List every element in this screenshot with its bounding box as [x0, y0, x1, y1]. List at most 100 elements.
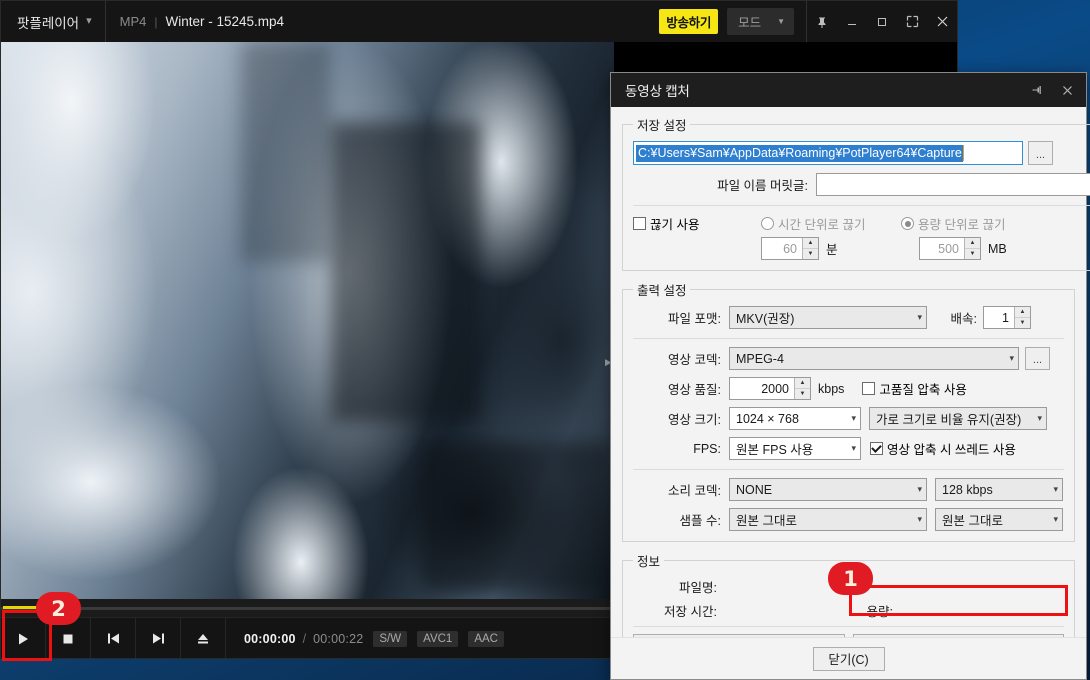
split-size-spinner[interactable]: 500 ▲ ▼	[919, 237, 981, 260]
divider	[633, 469, 1064, 470]
sample-format-value: 원본 그대로	[942, 510, 1003, 529]
duration-label: 00:00:22	[313, 632, 363, 646]
speed-spinner[interactable]: 1 ▲ ▼	[983, 306, 1031, 329]
divider	[633, 338, 1064, 339]
format-dropdown[interactable]: MKV(권장) ▾	[729, 306, 927, 329]
video-frame	[1, 42, 614, 599]
video-quality-value: 2000	[730, 378, 794, 399]
annotation-badge-1-label: 1	[843, 567, 858, 591]
video-codec-label: 영상 코덱:	[633, 349, 721, 368]
spinner-buttons[interactable]: ▲ ▼	[794, 378, 810, 399]
split-size-unit: MB	[988, 242, 1007, 256]
speed-value: 1	[984, 307, 1014, 328]
video-quality-spinner[interactable]: 2000 ▲ ▼	[729, 377, 811, 400]
chevron-down-icon: ▾	[911, 514, 922, 525]
split-by-time-label: 시간 단위로 끊기	[778, 214, 865, 233]
close-icon[interactable]	[1052, 73, 1082, 107]
video-size-dropdown[interactable]: 1024 × 768 ▾	[729, 407, 861, 430]
sample-rate-dropdown[interactable]: 원본 그대로 ▾	[729, 508, 927, 531]
divider	[633, 626, 1064, 627]
spinner-down-icon[interactable]: ▼	[795, 389, 810, 399]
audio-codec-label: 소리 코덱:	[633, 480, 721, 499]
split-by-time-radio[interactable]: 시간 단위로 끊기	[761, 214, 901, 233]
checkbox-box	[633, 217, 646, 230]
video-quality-unit: kbps	[818, 382, 844, 396]
app-name-label: 팟플레이어	[17, 12, 79, 32]
chevron-down-icon: ▾	[911, 312, 922, 323]
thread-checkbox[interactable]: 영상 압축 시 쓰레드 사용	[870, 439, 1016, 458]
sample-rate-value: 원본 그대로	[736, 510, 797, 529]
radio-circle	[761, 217, 774, 230]
spinner-buttons[interactable]: ▲ ▼	[802, 238, 818, 259]
eject-button[interactable]	[181, 618, 226, 659]
output-settings-legend: 출력 설정	[633, 280, 690, 299]
audio-bitrate-dropdown[interactable]: 128 kbps ▾	[935, 478, 1063, 501]
audio-codec-chip: AAC	[468, 631, 504, 647]
maximize-icon[interactable]	[867, 1, 897, 42]
divider	[633, 205, 1090, 206]
checkbox-box	[870, 442, 883, 455]
split-size-value: 500	[920, 238, 964, 259]
time-separator: /	[303, 632, 306, 646]
separator-label: |	[154, 15, 157, 29]
format-value: MKV(권장)	[736, 308, 794, 327]
playback-info: 00:00:00 / 00:00:22 S/W AVC1 AAC	[226, 618, 504, 659]
mode-dropdown[interactable]: 모드 ▼	[727, 8, 794, 35]
output-settings-group: 출력 설정 파일 포맷: MKV(권장) ▾ 배속: 1 ▲ ▼	[622, 280, 1075, 542]
file-info: MP4 | Winter - 15245.mp4	[106, 1, 284, 42]
save-path-value: C:¥Users¥Sam¥AppData¥Roaming¥PotPlayer64…	[636, 145, 963, 162]
spinner-up-icon[interactable]: ▲	[795, 378, 810, 389]
sample-format-dropdown[interactable]: 원본 그대로 ▾	[935, 508, 1063, 531]
video-codec-dropdown[interactable]: MPEG-4 ▾	[729, 347, 1019, 370]
spinner-down-icon[interactable]: ▼	[1015, 318, 1030, 328]
broadcast-button[interactable]: 방송하기	[659, 9, 718, 34]
spinner-up-icon[interactable]: ▲	[803, 238, 818, 249]
spinner-buttons[interactable]: ▲ ▼	[964, 238, 980, 259]
fps-dropdown[interactable]: 원본 FPS 사용 ▾	[729, 437, 861, 460]
minimize-icon[interactable]	[837, 1, 867, 42]
checkbox-box	[862, 382, 875, 395]
fullscreen-icon[interactable]	[897, 1, 927, 42]
spinner-up-icon[interactable]: ▲	[1015, 307, 1030, 318]
audio-codec-dropdown[interactable]: NONE ▾	[729, 478, 927, 501]
radio-circle	[901, 217, 914, 230]
chevron-down-icon: ▾	[845, 413, 856, 424]
video-codec-config-button[interactable]: ...	[1025, 347, 1050, 370]
fps-label: FPS:	[633, 442, 721, 456]
aspect-ratio-value: 가로 크기로 비율 유지(권장)	[876, 409, 1021, 428]
split-by-size-radio[interactable]: 용량 단위로 끊기	[901, 214, 1005, 233]
save-path-input[interactable]: C:¥Users¥Sam¥AppData¥Roaming¥PotPlayer64…	[633, 141, 1023, 165]
speed-label: 배속:	[927, 308, 977, 327]
chevron-down-icon[interactable]: ▾	[86, 16, 92, 27]
dialog-titlebar: 동영상 캡처	[611, 73, 1086, 107]
split-time-unit: 분	[826, 239, 838, 258]
previous-button[interactable]	[91, 618, 136, 659]
current-time-label: 00:00:00	[244, 632, 296, 646]
thread-label: 영상 압축 시 쓰레드 사용	[887, 439, 1016, 458]
split-time-spinner[interactable]: 60 ▲ ▼	[761, 237, 819, 260]
aspect-ratio-dropdown[interactable]: 가로 크기로 비율 유지(권장) ▾	[869, 407, 1047, 430]
spinner-down-icon[interactable]: ▼	[965, 249, 980, 259]
pin-icon[interactable]	[1022, 73, 1052, 107]
audio-bitrate-value: 128 kbps	[942, 483, 993, 497]
spinner-buttons[interactable]: ▲ ▼	[1014, 307, 1030, 328]
info-savetime-label: 저장 시간:	[633, 601, 717, 620]
split-enable-label: 끊기 사용	[650, 214, 699, 233]
chevron-down-icon: ▾	[845, 443, 856, 454]
pin-icon[interactable]	[807, 1, 837, 42]
next-button[interactable]	[136, 618, 181, 659]
close-dialog-button[interactable]: 닫기(C)	[813, 647, 885, 671]
audio-codec-value: NONE	[736, 483, 772, 497]
annotation-badge-2: 2	[36, 592, 81, 625]
app-menu-button[interactable]: 팟플레이어 ▾	[1, 1, 106, 42]
dialog-footer: 닫기(C)	[611, 637, 1086, 679]
split-enable-checkbox[interactable]: 끊기 사용	[633, 214, 761, 233]
play-button[interactable]	[1, 618, 46, 659]
hq-compress-checkbox[interactable]: 고품질 압축 사용	[862, 379, 966, 398]
prefix-input[interactable]	[816, 173, 1090, 196]
chevron-down-icon: ▾	[911, 484, 922, 495]
spinner-up-icon[interactable]: ▲	[965, 238, 980, 249]
browse-folder-button[interactable]: ...	[1028, 141, 1053, 165]
spinner-down-icon[interactable]: ▼	[803, 249, 818, 259]
close-icon[interactable]	[927, 1, 957, 42]
